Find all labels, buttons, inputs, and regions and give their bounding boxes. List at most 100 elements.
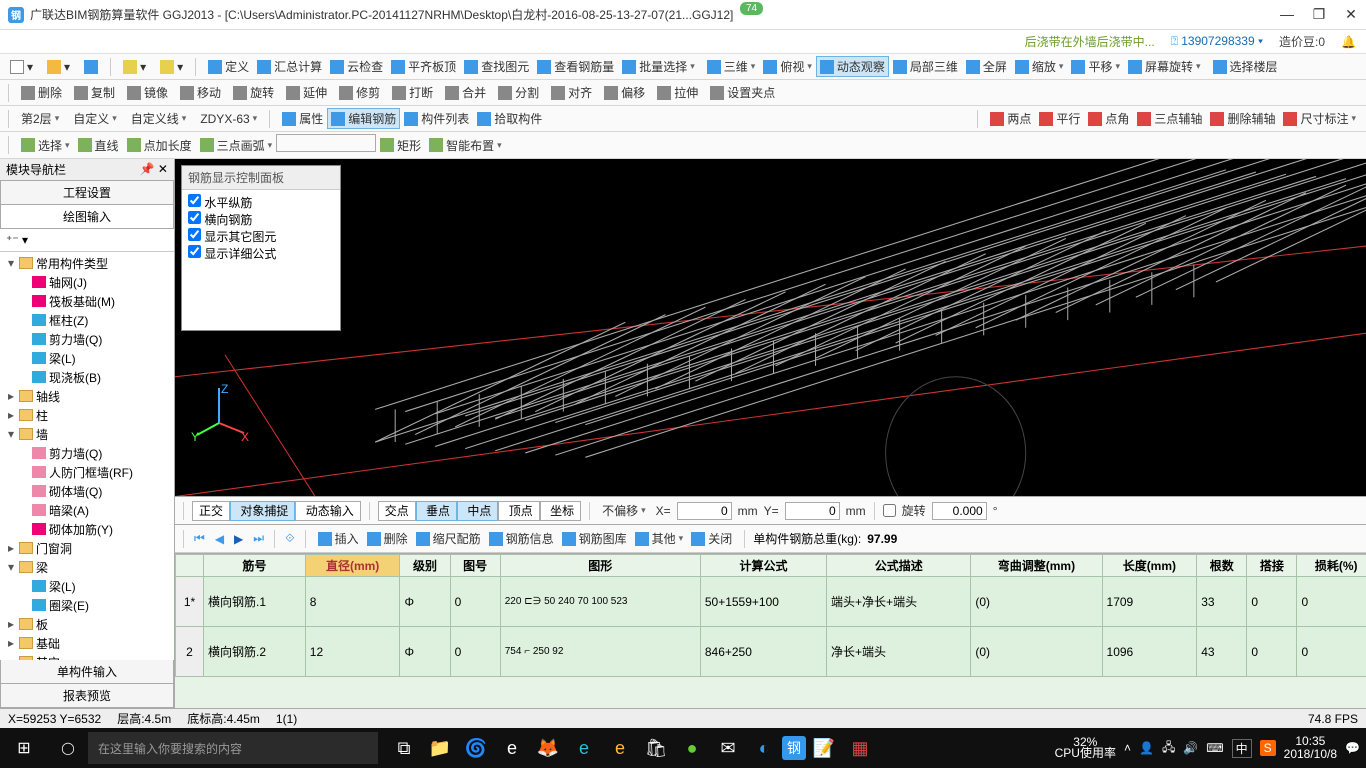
snap-动态输入[interactable]: 动态输入: [295, 501, 360, 521]
task-app-4[interactable]: ●: [674, 738, 710, 759]
tb-旋转[interactable]: 旋转: [229, 82, 278, 103]
tray-sogou-icon[interactable]: S: [1260, 740, 1276, 756]
tb-构件列表[interactable]: 构件列表: [400, 108, 473, 129]
table-row[interactable]: 2横向钢筋.212Φ0 754 ⌐ 250 92846+250净长+端头(0)1…: [176, 627, 1366, 677]
snap-坐标[interactable]: 坐标: [540, 501, 581, 521]
tb-批量选择[interactable]: 批量选择: [618, 56, 699, 77]
col-损耗(%)[interactable]: 损耗(%): [1297, 555, 1366, 577]
snap-中点[interactable]: 中点: [457, 501, 498, 521]
task-ie[interactable]: e: [566, 738, 602, 759]
dp-水平纵筋[interactable]: 水平纵筋: [188, 194, 334, 211]
tree-圈梁(E)[interactable]: 圈梁(E): [2, 596, 172, 615]
tray-keyboard-icon[interactable]: ⌨: [1206, 741, 1223, 755]
ttb-删除[interactable]: 删除: [363, 528, 412, 549]
tb-拉伸[interactable]: 拉伸: [653, 82, 702, 103]
col-图形[interactable]: 图形: [500, 555, 700, 577]
dp-显示详细公式[interactable]: 显示详细公式: [188, 245, 334, 262]
tray-network-icon[interactable]: 🖧: [1162, 738, 1175, 759]
customline-select[interactable]: 自定义线: [127, 108, 191, 129]
col-直径(mm)[interactable]: 直径(mm): [305, 555, 400, 577]
tb-平移[interactable]: 平移: [1067, 56, 1124, 77]
col-计算公式[interactable]: 计算公式: [700, 555, 826, 577]
tb-局部三维[interactable]: 局部三维: [889, 56, 962, 77]
tb-编辑钢筋[interactable]: 编辑钢筋: [327, 108, 400, 129]
tb-点角[interactable]: 点角: [1084, 108, 1133, 129]
tb-延伸[interactable]: 延伸: [282, 82, 331, 103]
snap-正交[interactable]: 正交: [192, 501, 230, 521]
tb-选择楼层[interactable]: 选择楼层: [1209, 56, 1282, 77]
tree-暗梁(A)[interactable]: 暗梁(A): [2, 501, 172, 520]
tb-云检查[interactable]: 云检查: [326, 56, 387, 77]
offset-select[interactable]: 不偏移: [598, 500, 650, 521]
tb-打断[interactable]: 打断: [388, 82, 437, 103]
tb-复制[interactable]: 复制: [70, 82, 119, 103]
tb-汇总计算[interactable]: 汇总计算: [253, 56, 326, 77]
maximize-button[interactable]: ❐: [1312, 6, 1326, 23]
task-app-7[interactable]: 📝: [806, 738, 842, 759]
tray-ime[interactable]: 中: [1232, 739, 1252, 758]
tray-up-icon[interactable]: ˄: [1124, 741, 1131, 755]
tree-板[interactable]: ▸ 板: [2, 615, 172, 634]
task-mail[interactable]: ✉: [710, 738, 746, 759]
task-store[interactable]: 🛍: [638, 738, 674, 759]
snap-交点[interactable]: 交点: [378, 501, 416, 521]
task-ie2[interactable]: e: [602, 738, 638, 759]
tb-设置夹点[interactable]: 设置夹点: [706, 82, 779, 103]
col-图号[interactable]: 图号: [450, 555, 500, 577]
rotate-input[interactable]: [932, 502, 987, 520]
task-view-icon[interactable]: ⧉: [386, 738, 422, 759]
tb-分割[interactable]: 分割: [494, 82, 543, 103]
col-级别[interactable]: 级别: [400, 555, 450, 577]
taskbar-search[interactable]: 在这里输入你要搜索的内容: [88, 732, 378, 764]
tree-人防门框墙(RF)[interactable]: 人防门框墙(RF): [2, 463, 172, 482]
tb-选择[interactable]: 选择: [17, 135, 74, 156]
tb-三点画弧[interactable]: 三点画弧: [196, 135, 277, 156]
task-app-5[interactable]: ◐: [746, 738, 782, 759]
tb-对齐[interactable]: 对齐: [547, 82, 596, 103]
tb-全屏[interactable]: 全屏: [962, 56, 1011, 77]
tree-门窗洞[interactable]: ▸ 门窗洞: [2, 539, 172, 558]
tab-single-input[interactable]: 单构件输入: [0, 660, 174, 684]
user-phone[interactable]: ⍰ 13907298339 ▾: [1171, 34, 1263, 49]
snap-顶点[interactable]: 顶点: [498, 501, 539, 521]
tree-框柱(Z)[interactable]: 框柱(Z): [2, 311, 172, 330]
tree-基础[interactable]: ▸ 基础: [2, 634, 172, 653]
nav-last[interactable]: ⏭: [251, 531, 266, 546]
task-app-2[interactable]: 🌀: [458, 738, 494, 759]
tree-梁(L)[interactable]: 梁(L): [2, 349, 172, 368]
tree-砌体加筋(Y)[interactable]: 砌体加筋(Y): [2, 520, 172, 539]
ttb-钢筋信息[interactable]: 钢筋信息: [485, 528, 558, 549]
col-公式描述[interactable]: 公式描述: [827, 555, 971, 577]
tb-镜像[interactable]: 镜像: [123, 82, 172, 103]
tree-梁[interactable]: ▾ 梁: [2, 558, 172, 577]
tree-轴网(J)[interactable]: 轴网(J): [2, 273, 172, 292]
nav-prev[interactable]: ◀: [213, 532, 226, 546]
table-row[interactable]: 1*横向钢筋.18Φ0 220 ⊏∋ 50 240 70 100 52350+1…: [176, 577, 1366, 627]
tree-柱[interactable]: ▸ 柱: [2, 406, 172, 425]
tb-智能布置[interactable]: 智能布置: [425, 135, 506, 156]
tb-偏移[interactable]: 偏移: [600, 82, 649, 103]
tb-三点辅轴[interactable]: 三点辅轴: [1133, 108, 1206, 129]
tree-剪力墙(Q)[interactable]: 剪力墙(Q): [2, 444, 172, 463]
col-弯曲调整(mm)[interactable]: 弯曲调整(mm): [971, 555, 1102, 577]
task-edge[interactable]: е: [494, 738, 530, 759]
tb-定义[interactable]: 定义: [204, 56, 253, 77]
redo-button[interactable]: ▾: [156, 58, 187, 76]
tray-volume-icon[interactable]: 🔊: [1183, 741, 1198, 755]
bell-icon[interactable]: 🔔: [1341, 35, 1356, 49]
tree-现浇板(B)[interactable]: 现浇板(B): [2, 368, 172, 387]
col-[interactable]: [176, 555, 204, 577]
tb-查看钢筋量[interactable]: 查看钢筋量: [533, 56, 618, 77]
tb-三维[interactable]: 三维: [703, 56, 760, 77]
snap-垂点[interactable]: 垂点: [416, 501, 457, 521]
cortana-icon[interactable]: ◯: [48, 741, 88, 755]
tree-其它[interactable]: ▸ 其它: [2, 653, 172, 661]
rebar-display-panel[interactable]: 钢筋显示控制面板 水平纵筋 横向钢筋 显示其它图元 显示详细公式: [181, 165, 341, 331]
tree-墙[interactable]: ▾ 墙: [2, 425, 172, 444]
task-app-3[interactable]: 🦊: [530, 738, 566, 759]
tray-notifications-icon[interactable]: 💬: [1345, 741, 1360, 755]
tree-常用构件类型[interactable]: ▾ 常用构件类型: [2, 254, 172, 273]
tree-砌体墙(Q)[interactable]: 砌体墙(Q): [2, 482, 172, 501]
tb-删除辅轴[interactable]: 删除辅轴: [1206, 108, 1279, 129]
dp-横向钢筋[interactable]: 横向钢筋: [188, 211, 334, 228]
